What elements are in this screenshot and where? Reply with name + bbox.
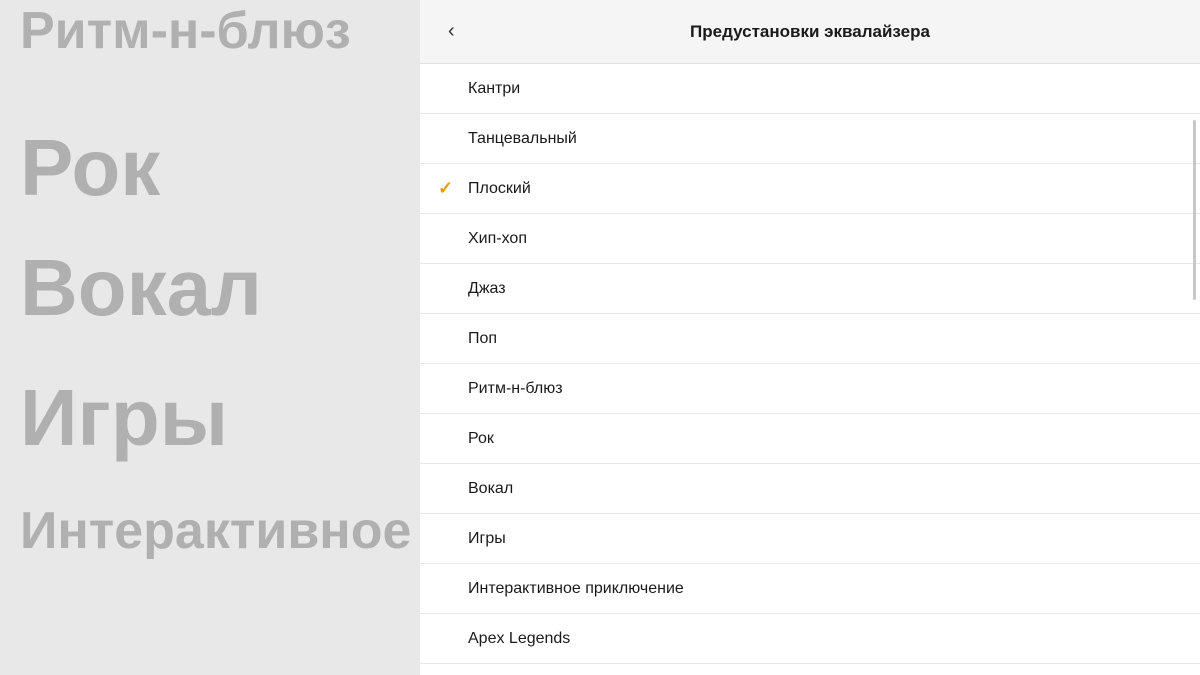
item-label: Поп <box>468 330 497 348</box>
list-item[interactable]: ✓Apex Legends <box>420 614 1200 664</box>
list-item[interactable]: ✓Джаз <box>420 264 1200 314</box>
panel-header: ‹ Предустановки эквалайзера <box>420 0 1200 64</box>
background-labels: Ритм-н-блюз Рок Вокал Игры Интерактивное <box>0 0 420 675</box>
list-item[interactable]: ✓Ритм-н-блюз <box>420 364 1200 414</box>
list-item[interactable]: ✓Интерактивное приключение <box>420 564 1200 614</box>
list-item[interactable]: ✓Хип-хоп <box>420 214 1200 264</box>
bg-label-rok: Рок <box>20 120 160 216</box>
item-label: Танцевальный <box>468 130 577 148</box>
list-item[interactable]: ✓ Плоский <box>420 164 1200 214</box>
scrollbar[interactable] <box>1193 120 1196 675</box>
list-item[interactable]: ✓Поп <box>420 314 1200 364</box>
list-item[interactable]: ✓Рок <box>420 414 1200 464</box>
back-button[interactable]: ‹ <box>440 16 463 47</box>
item-label: Игры <box>468 530 506 548</box>
bg-label-interactive: Интерактивное <box>20 500 411 562</box>
item-label: Ритм-н-блюз <box>468 380 563 398</box>
item-label: Интерактивное приключение <box>468 580 684 598</box>
item-label: Рок <box>468 430 494 448</box>
list-item[interactable]: ✓Arena Of Valor <box>420 664 1200 675</box>
check-icon: ✓ <box>438 178 453 199</box>
item-label: Хип-хоп <box>468 230 527 248</box>
list-item[interactable]: ✓Кантри <box>420 64 1200 114</box>
panel-title: Предустановки эквалайзера <box>690 22 930 42</box>
bg-label-ritm: Ритм-н-блюз <box>20 0 351 62</box>
list-item[interactable]: ✓Вокал <box>420 464 1200 514</box>
item-label: Apex Legends <box>468 630 570 648</box>
scroll-thumb <box>1193 120 1196 300</box>
bg-label-vokal: Вокал <box>20 240 262 336</box>
preset-list: ✓Кантри✓Танцевальный ✓ Плоский ✓Хип-хоп✓Джа… <box>420 64 1200 675</box>
bg-label-igry: Игры <box>20 370 228 466</box>
item-label: Кантри <box>468 80 520 98</box>
equalizer-panel: ‹ Предустановки эквалайзера ✓Кантри✓Танц… <box>420 0 1200 675</box>
item-label: Плоский <box>468 180 531 198</box>
list-item[interactable]: ✓Игры <box>420 514 1200 564</box>
back-icon: ‹ <box>448 20 455 43</box>
list-container: ✓Кантри✓Танцевальный ✓ Плоский ✓Хип-хоп✓Джа… <box>420 64 1200 675</box>
list-item[interactable]: ✓Танцевальный <box>420 114 1200 164</box>
item-label: Джаз <box>468 280 506 298</box>
item-label: Вокал <box>468 480 513 498</box>
